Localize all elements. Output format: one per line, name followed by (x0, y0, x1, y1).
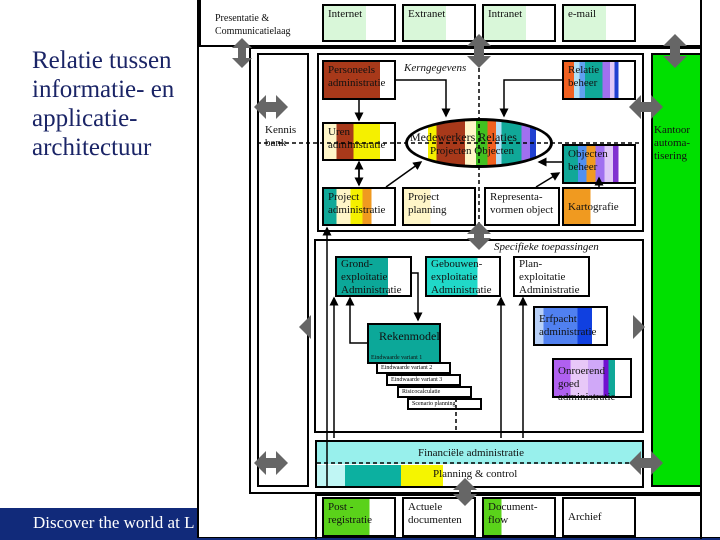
double-arrow-icon (232, 38, 252, 68)
slide-title: Relatie tussen informatie- en applicatie… (32, 47, 175, 161)
double-arrow-icon (467, 222, 491, 250)
arrow (412, 272, 423, 322)
double-arrow-icon (629, 451, 663, 475)
double-arrow-icon (453, 478, 477, 506)
double-arrow-icon (254, 95, 288, 119)
double-arrow-icon (467, 34, 491, 68)
connector-layer (232, 34, 687, 506)
architecture-diagram: Presentatie & Communicatielaag Internet … (197, 0, 720, 539)
double-arrow-icon (629, 95, 663, 119)
arrow (535, 172, 561, 188)
arrow-head-icon (633, 315, 645, 339)
double-arrow-icon (254, 451, 288, 475)
footer-text: Discover the world at L (33, 513, 195, 532)
arrow-head-icon (299, 315, 311, 339)
arrow (345, 296, 367, 344)
double-arrow-icon (663, 34, 687, 68)
arrow (396, 79, 451, 118)
arrow (385, 161, 423, 188)
dashed-connector (442, 397, 457, 433)
arrow (499, 79, 562, 118)
double-arrows (232, 34, 687, 506)
